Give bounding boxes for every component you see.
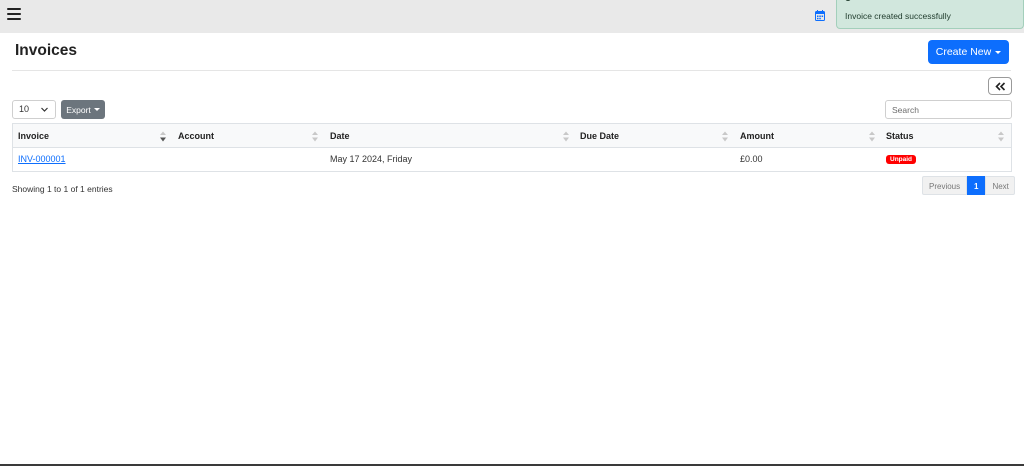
caret-down-icon xyxy=(93,108,100,111)
page-length-select[interactable]: 10 xyxy=(12,100,56,119)
export-label: Export xyxy=(66,104,91,115)
create-new-button[interactable]: Create New xyxy=(928,40,1009,64)
status-badge: Unpaid xyxy=(886,155,917,165)
sort-icon[interactable] xyxy=(563,131,569,142)
status-cell: Unpaid xyxy=(886,148,917,171)
sort-icon[interactable] xyxy=(722,131,728,142)
header-divider xyxy=(12,70,1011,71)
toast-header-fragment xyxy=(845,0,851,1)
double-chevron-left-icon xyxy=(994,81,1005,91)
amount-cell: £0.00 xyxy=(740,154,763,164)
create-new-label: Create New xyxy=(935,46,992,58)
chevron-down-icon xyxy=(41,107,48,112)
page-length-value: 10 xyxy=(19,104,30,114)
column-header-account[interactable]: Account xyxy=(178,124,214,148)
top-navbar: Invoice created successfully xyxy=(0,0,1024,33)
table-info: Showing 1 to 1 of 1 entries xyxy=(12,184,113,194)
column-header-amount[interactable]: Amount xyxy=(740,124,774,148)
column-header-invoice[interactable]: Invoice xyxy=(18,124,49,148)
sort-icon[interactable] xyxy=(869,131,875,142)
sort-desc-icon[interactable] xyxy=(160,131,166,142)
search-input[interactable] xyxy=(885,100,1012,119)
page-button-1[interactable]: 1 xyxy=(967,176,986,195)
pagination: Previous 1 Next xyxy=(922,176,1016,195)
caret-down-icon xyxy=(995,50,1002,54)
collapse-button[interactable] xyxy=(988,77,1012,95)
success-toast: Invoice created successfully xyxy=(836,0,1024,29)
sort-icon[interactable] xyxy=(998,131,1004,142)
table-row: INV-000001 May 17 2024, Friday £0.00 Unp… xyxy=(13,148,1011,171)
table-header: Invoice Account Date Due Date Amount Sta… xyxy=(13,124,1011,148)
invoices-table: Invoice Account Date Due Date Amount Sta… xyxy=(12,123,1012,172)
toast-message: Invoice created successfully xyxy=(845,11,951,21)
page-title: Invoices xyxy=(15,42,78,59)
calendar-icon[interactable] xyxy=(815,10,825,21)
menu-icon[interactable] xyxy=(7,7,21,21)
sort-icon[interactable] xyxy=(312,131,318,142)
column-header-status[interactable]: Status xyxy=(886,124,914,148)
next-page-button[interactable]: Next xyxy=(985,176,1016,195)
previous-page-button[interactable]: Previous xyxy=(922,176,967,195)
invoice-link[interactable]: INV-000001 xyxy=(18,148,66,171)
column-header-due-date[interactable]: Due Date xyxy=(580,124,619,148)
export-button[interactable]: Export xyxy=(61,100,105,119)
date-cell: May 17 2024, Friday xyxy=(330,154,413,164)
column-header-date[interactable]: Date xyxy=(330,124,350,148)
